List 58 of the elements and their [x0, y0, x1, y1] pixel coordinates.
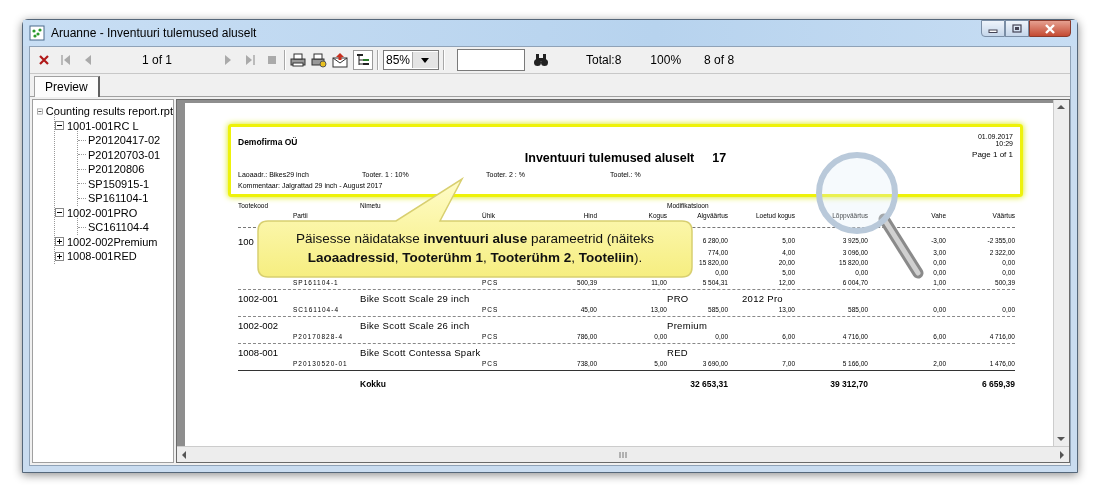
- product-code: 1002-001: [238, 293, 279, 305]
- total-value: 6 659,39: [980, 379, 1015, 389]
- minimize-button[interactable]: [981, 20, 1005, 37]
- total-value: 32 653,31: [689, 379, 728, 389]
- grip-icon[interactable]: [618, 450, 628, 459]
- horizontal-scrollbar[interactable]: [177, 446, 1069, 462]
- product-code: 1002-002: [238, 320, 279, 332]
- expand-icon[interactable]: [55, 237, 64, 247]
- print-setup-icon[interactable]: [311, 52, 327, 68]
- total-count: Total:8: [586, 53, 622, 67]
- caret-icon: [421, 57, 430, 63]
- product-name: Bike Scott Scale 29 inch: [360, 293, 471, 305]
- total-label: Kokku: [360, 379, 387, 389]
- callout-text: Päisesse näidatakse inventuuri aluse parameetrid (näiteks Laoaadressid, Tooterühm 1, Tooterühm 2, Tooteliin).: [295, 230, 655, 267]
- tree-item[interactable]: P20120417-02: [88, 134, 161, 147]
- window-title: Aruanne - Inventuuri tulemused aluselt: [51, 26, 258, 40]
- tree-item[interactable]: 1002-002Premium: [67, 235, 158, 248]
- company-name: Demofirma OÜ: [238, 136, 299, 149]
- tree-item[interactable]: 1001-001RC L: [67, 119, 139, 132]
- tree-item[interactable]: SP150915-1: [88, 177, 150, 190]
- page-indicator: 1 of 1: [141, 53, 173, 67]
- maximize-button[interactable]: [1005, 20, 1029, 37]
- tree-item[interactable]: P20120703-01: [88, 148, 161, 161]
- product-code: 1008-001: [238, 347, 279, 359]
- modification: Premium: [667, 320, 709, 332]
- product-code: 100: [238, 236, 254, 248]
- tree-item[interactable]: 1008-001RED: [67, 250, 137, 263]
- maximize-icon: [1012, 24, 1022, 33]
- total-value: 39 312,70: [829, 379, 868, 389]
- modification: RED: [667, 347, 689, 359]
- report-number: 17: [712, 151, 727, 165]
- modification: 2012 Pro: [741, 293, 784, 305]
- report-title: Inventuuri tulemused aluselt: [524, 151, 695, 165]
- print-icon[interactable]: [290, 52, 306, 68]
- product-name: Bike Scott Scale 26 inch: [360, 320, 471, 332]
- page-number: Page 1 of 1: [972, 150, 1013, 159]
- export-icon[interactable]: [332, 52, 348, 68]
- tree-item[interactable]: P20120806: [88, 163, 145, 176]
- app-icon: [29, 25, 45, 41]
- group-tree-toggle[interactable]: [353, 50, 373, 70]
- search-field[interactable]: [457, 49, 525, 71]
- record-count: 8 of 8: [704, 53, 735, 67]
- zoom-dropdown[interactable]: 85%: [383, 50, 439, 70]
- tree-item[interactable]: SC161104-4: [88, 221, 149, 234]
- tree-item[interactable]: SP161104-1: [88, 192, 149, 205]
- product-name: Bike Scott Contessa Spark: [360, 347, 482, 359]
- preview-tab[interactable]: Preview: [34, 76, 100, 97]
- expand-icon[interactable]: [55, 251, 64, 261]
- tree-icon: [355, 52, 371, 68]
- binoculars-icon[interactable]: [533, 52, 549, 68]
- progress-percent: 100%: [650, 53, 682, 67]
- close-icon: [1044, 23, 1056, 34]
- collapse-icon[interactable]: [55, 121, 64, 131]
- tree-item[interactable]: Counting results report.rpt: [45, 105, 173, 118]
- tree-item[interactable]: 1002-001PRO: [67, 206, 138, 219]
- collapse-icon[interactable]: [55, 208, 64, 218]
- close-button[interactable]: [1029, 20, 1071, 37]
- modification: PRO: [667, 293, 690, 305]
